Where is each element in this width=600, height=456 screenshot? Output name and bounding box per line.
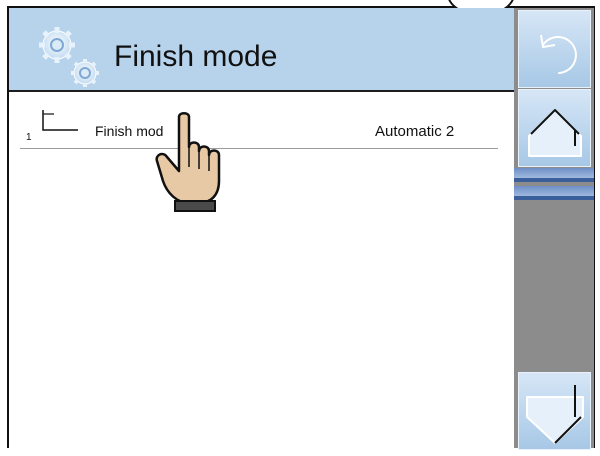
back-arrow-icon <box>540 34 577 74</box>
list-item-finish-mode[interactable]: 1 Finish mod Automatic 2 <box>20 110 498 150</box>
item-divider <box>20 148 498 149</box>
gears-icon <box>39 27 99 87</box>
step-icon <box>42 110 78 131</box>
home-button[interactable] <box>518 89 591 167</box>
scroll-down-button[interactable] <box>518 372 591 450</box>
hand-pointer-icon <box>155 112 221 212</box>
item-index: 1 <box>26 132 32 143</box>
page-title: Finish mode <box>114 40 278 73</box>
back-button[interactable] <box>518 10 591 88</box>
scroll-position-indicator[interactable] <box>514 168 594 218</box>
item-value: Automatic 2 <box>375 123 455 140</box>
header-bar: Finish mode <box>9 8 514 90</box>
item-label: Finish mod <box>95 123 164 139</box>
home-icon <box>528 109 582 157</box>
scroll-down-icon <box>526 385 584 444</box>
